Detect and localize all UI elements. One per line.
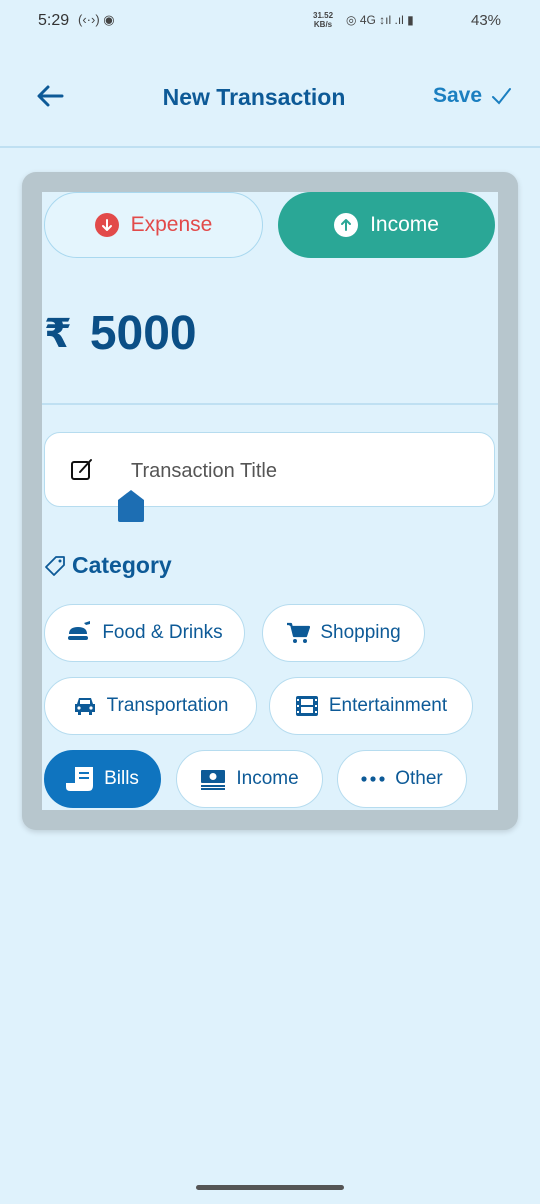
food-icon xyxy=(68,621,91,640)
signal-icons: ◎ 4G ↕ıl .ıl ▮ xyxy=(346,13,414,27)
network-speed: 31.52 KB/s xyxy=(313,11,334,29)
status-bar: 5:29 (‹·›) ◉ 31.52 KB/s ◎ 4G ↕ıl .ıl ▮ 4… xyxy=(0,0,540,44)
cart-icon xyxy=(287,622,311,643)
amount-divider xyxy=(42,403,498,405)
amount-display[interactable]: ₹ 5000 xyxy=(44,306,197,361)
category-heading: Category xyxy=(44,552,172,579)
page-title: New Transaction xyxy=(162,84,346,110)
money-icon xyxy=(201,770,226,790)
category-chip-entertainment[interactable]: Entertainment xyxy=(269,677,473,735)
status-time: 5:29 xyxy=(38,12,70,29)
battery-level: 43% xyxy=(471,12,502,29)
category-chip-shopping[interactable]: Shopping xyxy=(262,604,425,662)
receipt-icon xyxy=(66,767,94,791)
income-toggle-button[interactable]: Income xyxy=(278,192,495,258)
text-cursor-handle[interactable] xyxy=(118,490,144,522)
check-icon xyxy=(492,88,512,105)
transaction-form: Expense Income ₹ 5000 Transaction Title … xyxy=(42,192,498,810)
category-chip-food-drinks[interactable]: Food & Drinks xyxy=(44,604,245,662)
currency-symbol: ₹ xyxy=(44,311,72,356)
category-chip-bills[interactable]: Bills xyxy=(44,750,161,808)
edit-icon xyxy=(71,459,92,480)
arrow-down-circle-icon xyxy=(94,213,119,237)
film-icon xyxy=(295,696,318,716)
income-label: Income xyxy=(370,213,439,236)
more-icon xyxy=(361,776,385,782)
home-indicator[interactable] xyxy=(196,1185,344,1190)
amount-value: 5000 xyxy=(89,307,197,360)
save-button[interactable]: Save xyxy=(433,84,512,108)
arrow-up-circle-icon xyxy=(334,213,359,237)
category-chip-transportation[interactable]: Transportation xyxy=(44,677,257,735)
expense-label: Expense xyxy=(130,213,213,236)
transaction-title-input[interactable]: Transaction Title xyxy=(44,432,495,507)
car-icon xyxy=(74,698,95,715)
expense-toggle-button[interactable]: Expense xyxy=(44,192,263,258)
title-placeholder: Transaction Title xyxy=(131,460,277,482)
category-chip-income[interactable]: Income xyxy=(176,750,323,808)
category-chip-other[interactable]: Other xyxy=(337,750,467,808)
save-label: Save xyxy=(433,84,483,107)
tag-icon xyxy=(45,555,65,576)
app-header: New Transaction Save xyxy=(0,60,540,134)
hotspot-icon: (‹·›) ◉ xyxy=(78,12,115,27)
category-label: Category xyxy=(72,552,172,578)
header-divider xyxy=(0,146,540,148)
